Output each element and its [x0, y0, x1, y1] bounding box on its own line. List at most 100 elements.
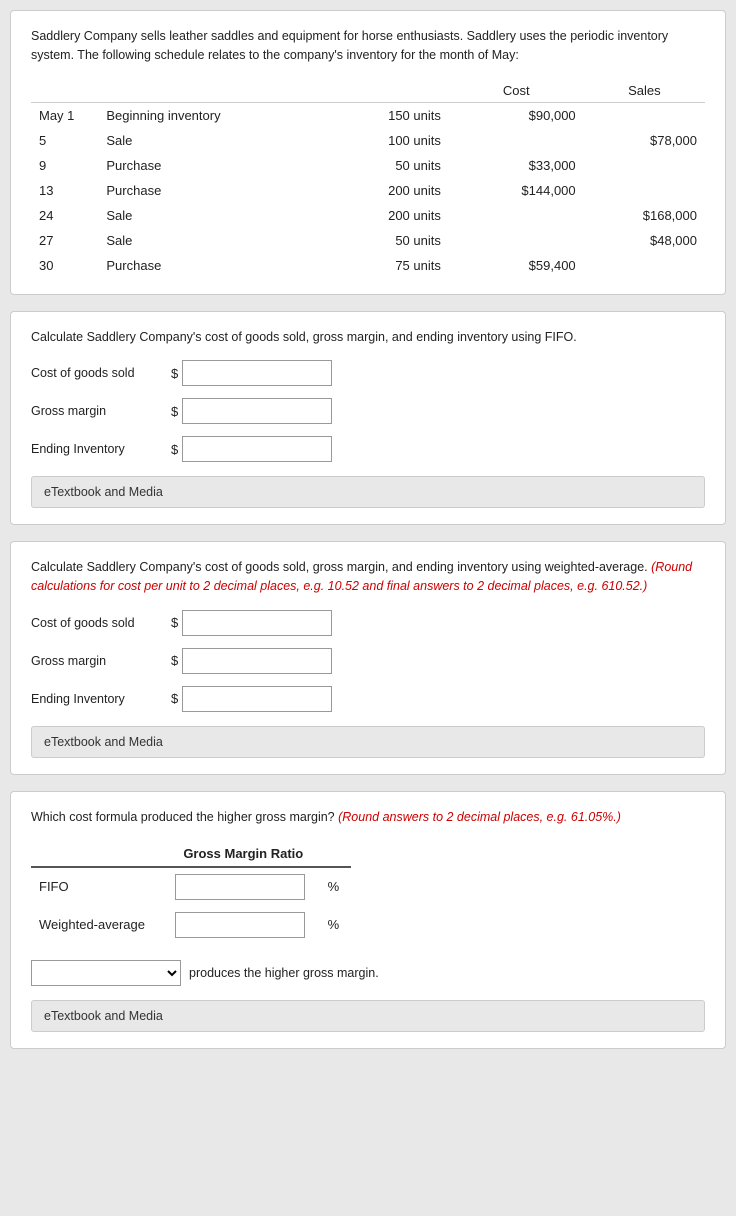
weighted-ei-row: Ending Inventory $: [31, 686, 705, 712]
produces-row: FIFO Weighted-average produces the highe…: [31, 960, 705, 986]
table-row: 24 Sale 200 units $168,000: [31, 203, 705, 228]
cell-date: May 1: [31, 102, 98, 128]
gmr-th-header: Gross Margin Ratio: [167, 841, 320, 867]
gmr-fifo-input-cell: [167, 867, 320, 906]
weighted-cogs-row: Cost of goods sold $: [31, 610, 705, 636]
gmr-table: Gross Margin Ratio FIFO % Weighted-avera…: [31, 841, 351, 944]
gmr-etextbook-button[interactable]: eTextbook and Media: [31, 1000, 705, 1032]
gmr-th-empty2: [320, 841, 351, 867]
cell-units: 75 units: [314, 253, 449, 278]
weighted-title-text: Calculate Saddlery Company's cost of goo…: [31, 560, 648, 574]
cell-desc: Sale: [98, 203, 314, 228]
weighted-cogs-input[interactable]: [182, 610, 332, 636]
cell-date: 27: [31, 228, 98, 253]
fifo-card: Calculate Saddlery Company's cost of goo…: [10, 311, 726, 526]
cell-sales: [584, 102, 705, 128]
weighted-gm-label: Gross margin: [31, 654, 171, 668]
fifo-etextbook-button[interactable]: eTextbook and Media: [31, 476, 705, 508]
gmr-wa-input[interactable]: [175, 912, 305, 938]
weighted-ei-label: Ending Inventory: [31, 692, 171, 706]
fifo-ei-input[interactable]: [182, 436, 332, 462]
fifo-cogs-row: Cost of goods sold $: [31, 360, 705, 386]
intro-text: Saddlery Company sells leather saddles a…: [31, 27, 705, 65]
fifo-ei-row: Ending Inventory $: [31, 436, 705, 462]
gmr-fifo-pct: %: [320, 867, 351, 906]
cell-sales: [584, 253, 705, 278]
fifo-ei-label: Ending Inventory: [31, 442, 171, 456]
cell-date: 5: [31, 128, 98, 153]
cell-date: 13: [31, 178, 98, 203]
weighted-ei-dollar: $: [171, 691, 178, 706]
cell-desc: Sale: [98, 228, 314, 253]
table-row: 30 Purchase 75 units $59,400: [31, 253, 705, 278]
fifo-ei-dollar: $: [171, 442, 178, 457]
table-row: 27 Sale 50 units $48,000: [31, 228, 705, 253]
cell-desc: Purchase: [98, 178, 314, 203]
weighted-card: Calculate Saddlery Company's cost of goo…: [10, 541, 726, 775]
cell-units: 150 units: [314, 102, 449, 128]
fifo-gm-label: Gross margin: [31, 404, 171, 418]
gmr-question: Which cost formula produced the higher g…: [31, 808, 705, 827]
gmr-wa-row: Weighted-average %: [31, 906, 351, 944]
gmr-question-text: Which cost formula produced the higher g…: [31, 810, 335, 824]
cell-cost: [449, 228, 584, 253]
cell-date: 24: [31, 203, 98, 228]
cell-cost: [449, 128, 584, 153]
weighted-ei-input[interactable]: [182, 686, 332, 712]
gmr-fifo-row: FIFO %: [31, 867, 351, 906]
cell-cost: $144,000: [449, 178, 584, 203]
fifo-gm-row: Gross margin $: [31, 398, 705, 424]
cell-sales: $168,000: [584, 203, 705, 228]
cell-date: 9: [31, 153, 98, 178]
cell-units: 100 units: [314, 128, 449, 153]
fifo-cogs-label: Cost of goods sold: [31, 366, 171, 380]
th-empty2: [98, 79, 314, 103]
weighted-gm-input[interactable]: [182, 648, 332, 674]
gmr-th-empty: [31, 841, 167, 867]
cell-cost: $90,000: [449, 102, 584, 128]
th-empty1: [31, 79, 98, 103]
th-empty3: [314, 79, 449, 103]
cell-units: 200 units: [314, 203, 449, 228]
cell-units: 200 units: [314, 178, 449, 203]
cell-desc: Purchase: [98, 153, 314, 178]
fifo-title: Calculate Saddlery Company's cost of goo…: [31, 328, 705, 347]
fifo-gm-input[interactable]: [182, 398, 332, 424]
weighted-cogs-label: Cost of goods sold: [31, 616, 171, 630]
fifo-gm-dollar: $: [171, 404, 178, 419]
gmr-wa-label: Weighted-average: [31, 906, 167, 944]
cell-cost: $33,000: [449, 153, 584, 178]
fifo-cogs-input[interactable]: [182, 360, 332, 386]
gmr-fifo-input[interactable]: [175, 874, 305, 900]
weighted-gm-dollar: $: [171, 653, 178, 668]
table-row: 9 Purchase 50 units $33,000: [31, 153, 705, 178]
cell-cost: $59,400: [449, 253, 584, 278]
cell-sales: $78,000: [584, 128, 705, 153]
weighted-cogs-dollar: $: [171, 615, 178, 630]
produces-text: produces the higher gross margin.: [189, 966, 379, 980]
cell-sales: [584, 153, 705, 178]
gmr-red-note: (Round answers to 2 decimal places, e.g.…: [338, 810, 621, 824]
weighted-title: Calculate Saddlery Company's cost of goo…: [31, 558, 705, 596]
weighted-gm-row: Gross margin $: [31, 648, 705, 674]
gmr-wa-input-cell: [167, 906, 320, 944]
table-row: 5 Sale 100 units $78,000: [31, 128, 705, 153]
cell-date: 30: [31, 253, 98, 278]
intro-card: Saddlery Company sells leather saddles a…: [10, 10, 726, 295]
gmr-card: Which cost formula produced the higher g…: [10, 791, 726, 1049]
cell-desc: Beginning inventory: [98, 102, 314, 128]
th-cost: Cost: [449, 79, 584, 103]
cell-desc: Purchase: [98, 253, 314, 278]
inventory-table: Cost Sales May 1 Beginning inventory 150…: [31, 79, 705, 278]
weighted-etextbook-button[interactable]: eTextbook and Media: [31, 726, 705, 758]
gmr-wa-pct: %: [320, 906, 351, 944]
fifo-cogs-dollar: $: [171, 366, 178, 381]
cell-units: 50 units: [314, 153, 449, 178]
cell-sales: [584, 178, 705, 203]
gmr-fifo-label: FIFO: [31, 867, 167, 906]
table-row: May 1 Beginning inventory 150 units $90,…: [31, 102, 705, 128]
cell-desc: Sale: [98, 128, 314, 153]
th-sales: Sales: [584, 79, 705, 103]
table-row: 13 Purchase 200 units $144,000: [31, 178, 705, 203]
produces-dropdown[interactable]: FIFO Weighted-average: [31, 960, 181, 986]
